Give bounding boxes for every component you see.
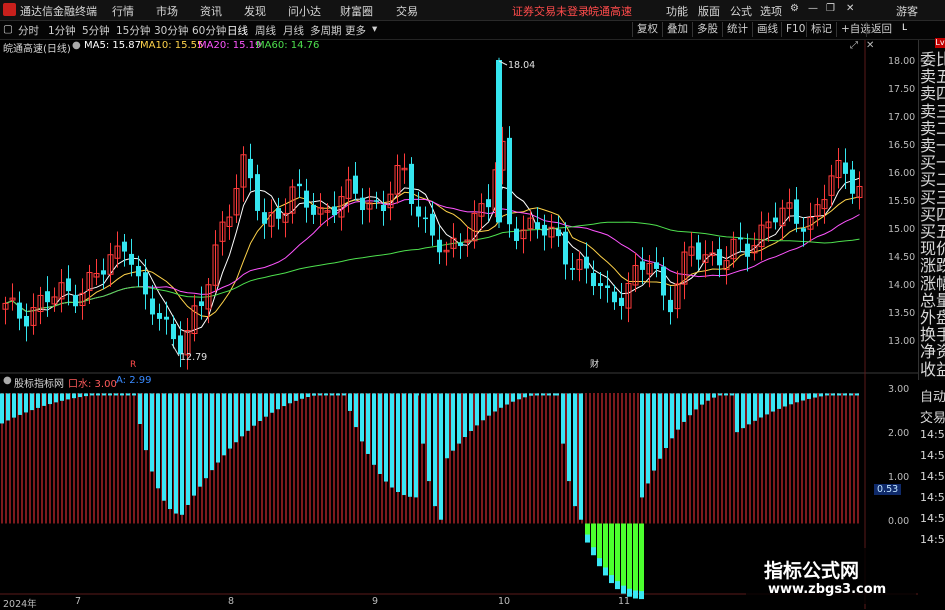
watermark-box: 指标公式网 www.zbgs3.com: [746, 548, 916, 604]
period-tab[interactable]: 月线: [283, 23, 304, 38]
watermark-url: www.zbgs3.com: [768, 582, 887, 597]
menu-market[interactable]: 行情: [112, 3, 134, 19]
trade-time-label: 14:50: [920, 470, 945, 483]
btn-back[interactable]: 返回: [866, 22, 896, 37]
x-label: 8: [228, 596, 235, 607]
panel-toggle-icon[interactable]: L: [902, 23, 907, 33]
minimize-icon[interactable]: —: [808, 3, 818, 14]
stock-tab[interactable]: 皖通高速: [588, 3, 632, 19]
quote-panel-items: 委比 卖五 卖四 卖三 卖二 卖一 买一 买二 买三 买四 买五 现价 涨跌 涨幅 总量 外盘 换手 净资 收益 自动…: [918, 40, 945, 609]
close-icon[interactable]: ✕: [846, 3, 854, 14]
period-tab[interactable]: 30分钟: [154, 23, 188, 38]
y-tick: 14.00: [888, 280, 916, 291]
ind-y-tick: 2.00: [888, 428, 910, 439]
menu-news[interactable]: 资讯: [200, 3, 222, 19]
btn-multi[interactable]: 多股: [692, 22, 722, 37]
indicator-cyan-tip: [597, 558, 602, 567]
x-label: 11: [618, 596, 631, 607]
title-bar: 通达信金融终端 行情 市场 资讯 发现 问小达 财富圈 交易 证券交易未登录 皖…: [0, 0, 945, 21]
y-tick: 13.00: [888, 336, 916, 347]
period-more[interactable]: 更多: [345, 23, 366, 38]
watermark-title: 指标公式网: [764, 560, 860, 582]
trade-time-label: 交易: [920, 411, 945, 426]
x-label: 10: [498, 596, 511, 607]
btn-mark[interactable]: 标记: [806, 22, 836, 37]
btn-draw[interactable]: 画线: [752, 22, 782, 37]
x-label: 9: [372, 596, 379, 607]
square-icon[interactable]: ▢: [3, 23, 13, 35]
menu-trade[interactable]: 交易: [396, 3, 418, 19]
menu-function[interactable]: 功能: [666, 3, 688, 19]
period-tab[interactable]: 60分钟: [192, 23, 226, 38]
btn-adjust[interactable]: 复权: [632, 22, 662, 37]
restore-icon[interactable]: ❐: [826, 3, 835, 14]
more-chevron-icon[interactable]: ▾: [372, 23, 377, 35]
period-tab[interactable]: 多周期: [310, 23, 342, 38]
period-tab-active[interactable]: 日线: [227, 23, 248, 38]
ind-y-tick: 3.00: [888, 384, 910, 395]
menu-layout[interactable]: 版面: [698, 3, 720, 19]
indicator-cyan-tip: [621, 585, 626, 594]
btn-overlay[interactable]: 叠加: [662, 22, 692, 37]
login-warning[interactable]: 证券交易未登录: [512, 3, 589, 19]
y-tick: 16.00: [888, 168, 916, 179]
menu-formula[interactable]: 公式: [730, 3, 752, 19]
y-tick: 15.00: [888, 224, 916, 235]
guest-label[interactable]: 游客: [896, 3, 918, 19]
ind-y-tick: 1.00: [888, 472, 910, 483]
trade-time-label: 14:50: [920, 428, 945, 441]
price-axis: 18.00 17.50 17.00 16.50 16.00 15.50 15.0…: [0, 40, 918, 380]
y-tick: 13.50: [888, 308, 916, 319]
x-label-year: 2024年: [3, 599, 37, 610]
menu-options[interactable]: 选项: [760, 3, 782, 19]
trade-time-label: 14:50: [920, 512, 945, 525]
indicator-cyan-tip: [615, 581, 620, 590]
btn-stats[interactable]: 统计: [722, 22, 752, 37]
trade-time-label: 14:50: [920, 491, 945, 504]
menu-assistant[interactable]: 问小达: [288, 3, 321, 19]
period-tab[interactable]: 周线: [255, 23, 276, 38]
period-toolbar: ▢ 分时 1分钟 5分钟 15分钟 30分钟 60分钟 日线 周线 月线 多周期…: [0, 21, 945, 40]
period-tab[interactable]: 1分钟: [48, 23, 76, 38]
period-tab[interactable]: 5分钟: [82, 23, 110, 38]
indicator-cyan-tip: [603, 567, 608, 576]
ind-y-tick: 0.00: [888, 516, 910, 527]
indicator-axis: 3.00 2.00 1.00 0.00 0.53: [0, 380, 918, 550]
trade-time-label: 14:50: [920, 449, 945, 462]
trade-time-label: 14:50: [920, 533, 945, 546]
y-tick: 15.50: [888, 196, 916, 207]
menu-discover[interactable]: 发现: [244, 3, 266, 19]
y-tick: 14.50: [888, 252, 916, 263]
y-tick: 18.00: [888, 56, 916, 67]
app-logo-icon: [3, 3, 16, 16]
y-tick: 17.00: [888, 112, 916, 123]
period-tab[interactable]: 15分钟: [116, 23, 150, 38]
menu-wealth[interactable]: 财富圈: [340, 3, 373, 19]
period-tab[interactable]: 分时: [18, 23, 39, 38]
app-title: 通达信金融终端: [20, 5, 97, 18]
y-tick: 17.50: [888, 84, 916, 95]
indicator-cyan-tip: [609, 575, 614, 584]
trade-time-label: 自动: [920, 390, 945, 405]
quote-field-label: 收益: [920, 359, 945, 379]
menu-market2[interactable]: 市场: [156, 3, 178, 19]
current-value-badge: 0.53: [874, 484, 902, 495]
x-label: 7: [75, 596, 82, 607]
y-tick: 16.50: [888, 140, 916, 151]
settings-gear-icon[interactable]: ⚙: [790, 3, 799, 14]
